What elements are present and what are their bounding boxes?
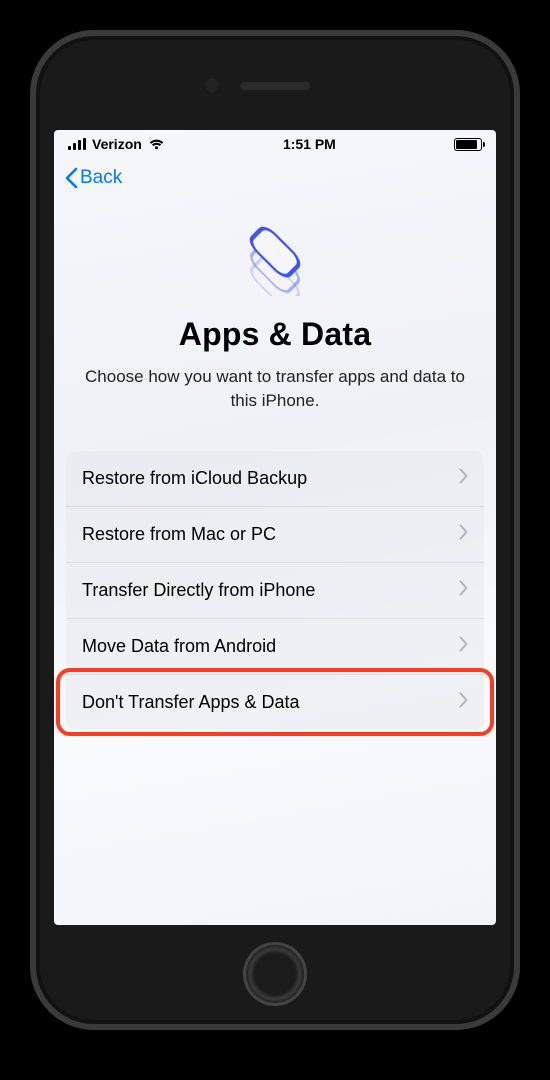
back-button[interactable]: Back [64, 167, 122, 189]
option-row-2[interactable]: Transfer Directly from iPhone [66, 562, 484, 618]
option-label: Restore from Mac or PC [82, 524, 276, 545]
chevron-right-icon [459, 580, 468, 601]
phone-camera [205, 78, 219, 92]
carrier-label: Verizon [92, 136, 142, 152]
nav-bar: Back [54, 158, 496, 198]
chevron-right-icon [459, 468, 468, 489]
options-list: Restore from iCloud Backup Restore from M… [66, 451, 484, 730]
clock-label: 1:51 PM [283, 136, 336, 152]
option-row-1[interactable]: Restore from Mac or PC [66, 506, 484, 562]
chevron-left-icon [64, 167, 78, 189]
option-label: Move Data from Android [82, 636, 276, 657]
phone-speaker [240, 82, 310, 90]
battery-icon [454, 138, 482, 151]
option-label: Don't Transfer Apps & Data [82, 692, 300, 713]
status-bar: Verizon 1:51 PM [54, 130, 496, 158]
chevron-right-icon [459, 692, 468, 713]
hero: Apps & Data Choose how you want to trans… [54, 198, 496, 433]
wifi-icon [148, 138, 165, 150]
option-label: Transfer Directly from iPhone [82, 580, 315, 601]
option-label: Restore from iCloud Backup [82, 468, 307, 489]
chevron-right-icon [459, 524, 468, 545]
apps-data-icon [233, 216, 317, 290]
screen: Verizon 1:51 PM Back [54, 130, 496, 925]
chevron-right-icon [459, 636, 468, 657]
option-row-3[interactable]: Move Data from Android [66, 618, 484, 674]
phone-frame: Verizon 1:51 PM Back [30, 30, 520, 1030]
option-row-0[interactable]: Restore from iCloud Backup [66, 451, 484, 506]
cell-signal-icon [68, 138, 86, 150]
page-subtitle: Choose how you want to transfer apps and… [78, 365, 472, 413]
page-title: Apps & Data [78, 316, 472, 353]
back-label: Back [80, 167, 122, 189]
option-row-4[interactable]: Don't Transfer Apps & Data [66, 674, 484, 730]
home-button[interactable] [243, 942, 307, 1006]
